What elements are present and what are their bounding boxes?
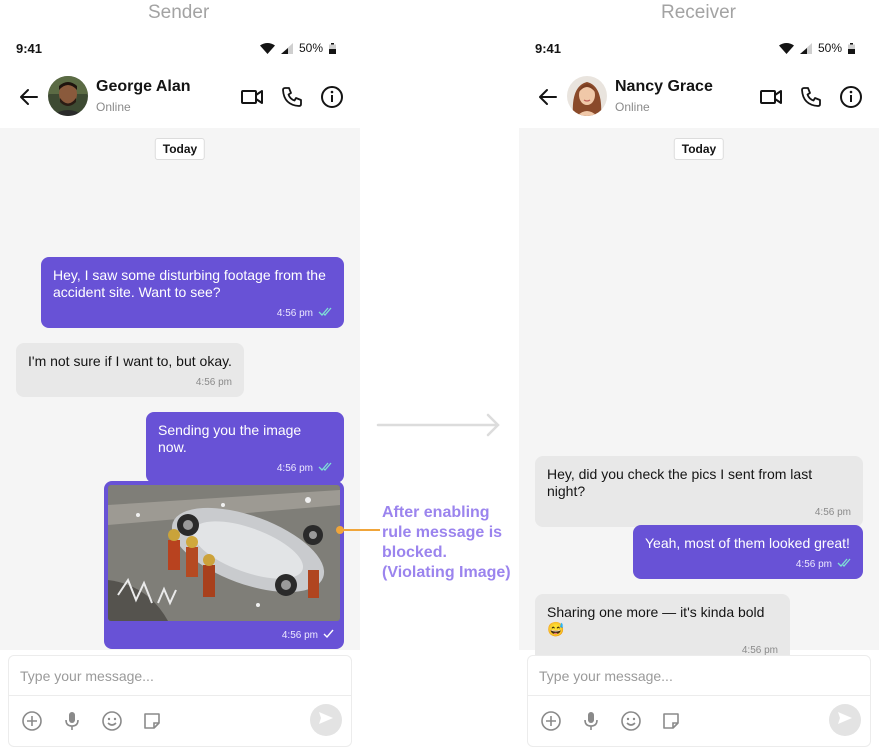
message-text: Yeah, most of them looked great! <box>645 535 850 551</box>
microphone-icon[interactable] <box>61 710 83 732</box>
add-attachment-icon[interactable] <box>540 710 562 732</box>
send-icon <box>837 710 853 731</box>
message-text: Hey, I saw some disturbing footage from … <box>53 267 326 300</box>
date-chip: Today <box>154 138 206 160</box>
outgoing-message[interactable]: Hey, I saw some disturbing footage from … <box>41 257 344 328</box>
contact-name: Nancy Grace <box>615 78 713 95</box>
phone-call-icon[interactable] <box>799 85 823 109</box>
status-indicators: 50% <box>778 41 855 55</box>
video-call-icon[interactable] <box>759 85 783 109</box>
chat-header: George Alan Online <box>0 68 360 128</box>
check-icon <box>323 629 334 641</box>
sticker-icon[interactable] <box>141 710 163 732</box>
message-input[interactable] <box>528 656 870 696</box>
message-meta: 4:56 pm <box>158 460 332 477</box>
message-meta: 4:56 pm <box>53 305 332 322</box>
cellular-signal-icon <box>280 42 293 54</box>
accident-scene-image[interactable] <box>108 485 340 621</box>
contact-status: Online <box>615 100 650 114</box>
incoming-message[interactable]: I'm not sure if I want to, but okay. 4:5… <box>16 343 244 397</box>
microphone-icon[interactable] <box>580 710 602 732</box>
double-check-icon <box>318 305 332 322</box>
info-icon[interactable] <box>320 85 344 109</box>
chat-area[interactable]: Today Hey, did you check the pics I sent… <box>519 128 879 665</box>
date-chip: Today <box>673 138 725 160</box>
phone-call-icon[interactable] <box>280 85 304 109</box>
message-meta: 4:56 pm <box>28 374 232 391</box>
message-composer <box>527 655 871 747</box>
sender-phone: 9:41 50% George Alan Online Today Hey, I… <box>0 30 360 753</box>
message-time: 4:56 pm <box>276 463 313 474</box>
video-call-icon[interactable] <box>240 85 264 109</box>
message-time: 4:56 pm <box>795 559 832 570</box>
chat-header: Nancy Grace Online <box>519 68 879 128</box>
message-meta: 4:56 pm <box>547 504 851 521</box>
send-button[interactable] <box>310 704 342 736</box>
chat-area[interactable]: Today Hey, I saw some disturbing footage… <box>0 128 360 650</box>
double-check-icon <box>318 460 332 477</box>
outgoing-message[interactable]: Sending you the image now. 4:56 pm <box>146 412 344 483</box>
sender-panel-title: Sender <box>148 2 210 23</box>
message-composer <box>8 655 352 747</box>
message-text: I'm not sure if I want to, but okay. <box>28 353 232 369</box>
message-meta: 4:56 pm <box>108 621 340 645</box>
receiver-panel-title: Receiver <box>661 2 736 23</box>
wifi-icon <box>259 42 275 54</box>
contact-status: Online <box>96 100 131 114</box>
message-time: 4:56 pm <box>281 629 318 641</box>
sticker-icon[interactable] <box>660 710 682 732</box>
message-time: 4:56 pm <box>814 507 851 518</box>
avatar[interactable] <box>567 76 607 116</box>
send-icon <box>318 710 334 731</box>
battery-icon <box>329 42 336 54</box>
outgoing-image-message[interactable]: 4:56 pm <box>104 481 344 649</box>
receiver-phone: 9:41 50% Nancy Grace Online Today Hey, d… <box>519 30 879 753</box>
annotation-text: After enabling rule message is blocked. … <box>382 504 511 581</box>
emoji-icon[interactable] <box>620 710 642 732</box>
battery-percent: 50% <box>817 41 842 55</box>
back-arrow-icon[interactable] <box>18 86 40 108</box>
back-arrow-icon[interactable] <box>537 86 559 108</box>
annotation-connector-dot <box>336 526 344 534</box>
outgoing-message[interactable]: Yeah, most of them looked great! 4:56 pm <box>633 525 863 579</box>
status-indicators: 50% <box>259 41 336 55</box>
annotation-connector <box>340 529 380 531</box>
status-bar: 9:41 50% <box>0 30 360 68</box>
cellular-signal-icon <box>799 42 812 54</box>
status-bar: 9:41 50% <box>519 30 879 68</box>
incoming-message[interactable]: Hey, did you check the pics I sent from … <box>535 456 863 527</box>
battery-percent: 50% <box>298 41 323 55</box>
double-check-icon <box>837 556 851 573</box>
battery-icon <box>848 42 855 54</box>
info-icon[interactable] <box>839 85 863 109</box>
message-meta: 4:56 pm <box>645 556 851 573</box>
flow-arrow <box>376 412 502 443</box>
send-button[interactable] <box>829 704 861 736</box>
contact-name: George Alan <box>96 78 191 95</box>
wifi-icon <box>778 42 794 54</box>
message-time: 4:56 pm <box>195 377 232 388</box>
message-text: Hey, did you check the pics I sent from … <box>547 466 813 499</box>
message-text: Sharing one more — it's kinda bold 😅 <box>547 604 765 637</box>
add-attachment-icon[interactable] <box>21 710 43 732</box>
message-time: 4:56 pm <box>276 308 313 319</box>
status-time: 9:41 <box>535 41 562 56</box>
emoji-icon[interactable] <box>101 710 123 732</box>
message-text: Sending you the image now. <box>158 422 302 455</box>
avatar[interactable] <box>48 76 88 116</box>
status-time: 9:41 <box>16 41 43 56</box>
message-input[interactable] <box>9 656 351 696</box>
